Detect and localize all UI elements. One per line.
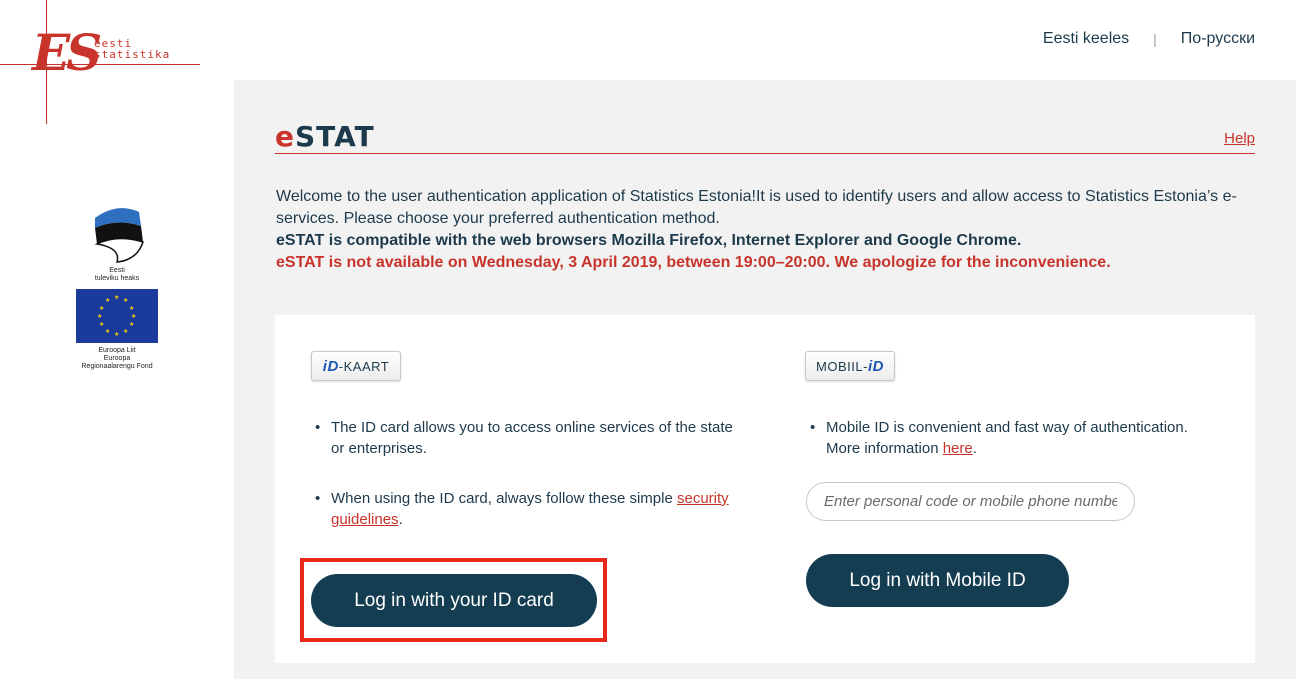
top-header: Eesti keeles | По-русски [234,0,1296,80]
eu-caption-1: Euroopa Liit [98,347,136,354]
list-item: When using the ID card, always follow th… [311,488,741,530]
mobile-bullet-suffix: . [972,440,977,457]
eu-caption-2: Euroopa [103,355,131,362]
flag-caption-1: Eesti [109,267,125,274]
flag-caption-2: tuleviku heaks [94,275,140,282]
bullet2-prefix: When using the ID card, always follow th… [331,490,677,507]
sponsor-logos: Eesti tuleviku heaks ★ ★ ★ ★ ★ ★ ★ ★ ★ ★… [70,204,164,371]
estat-logo-stat: STAT [295,120,375,153]
intro-text: Welcome to the user authentication appli… [276,186,1266,274]
id-badge-text: -KAART [338,358,390,374]
eu-caption-3: Regionaalarengu Fond [81,363,153,370]
login-mobile-id-button[interactable]: Log in with Mobile ID [806,554,1069,607]
login-id-card-button[interactable]: Log in with your ID card [311,574,597,627]
language-switcher: Eesti keeles | По-русски [1043,30,1255,48]
estonian-flag-icon [94,208,144,263]
id-badge-logo: iD [322,357,339,375]
sidebar: ES eesti statistika Eesti tuleviku heaks… [0,0,234,679]
mobile-id-info-list: Mobile ID is convenient and fast way of … [806,417,1226,459]
statistics-estonia-logo[interactable]: ES eesti statistika [0,0,200,130]
logo-wordmark-line2: statistika [94,48,171,61]
help-link[interactable]: Help [1224,130,1255,147]
bullet2-suffix: . [398,511,403,528]
mobile-badge-logo: iD [867,357,884,375]
list-item: Mobile ID is convenient and fast way of … [806,417,1226,459]
logo-wordmark: eesti statistika [94,38,170,60]
estat-logo: eSTAT [275,120,375,153]
estat-logo-e: e [275,120,295,153]
personal-code-or-phone-input[interactable] [806,482,1135,521]
list-item: The ID card allows you to access online … [311,417,741,459]
mobile-bullet-prefix: Mobile ID is convenient and fast way of … [826,419,1188,457]
mobile-badge-text: MOBIIL- [816,358,868,374]
estat-title-row: eSTAT Help [275,118,1255,154]
lang-estonian-link[interactable]: Eesti keeles [1043,30,1129,48]
welcome-text: Welcome to the user authentication appli… [276,188,1237,227]
lang-russian-link[interactable]: По-русски [1181,30,1255,48]
logo-mark: ES [32,23,102,82]
logo-crosshair-horizontal [0,64,200,65]
browser-compat-text: eSTAT is compatible with the web browser… [276,232,1022,249]
maintenance-notice: eSTAT is not available on Wednesday, 3 A… [276,254,1111,271]
eu-flag-icon: ★ ★ ★ ★ ★ ★ ★ ★ ★ ★ ★ ★ [76,289,158,343]
auth-card: iD-KAART MOBIIL-iD The ID card allows yo… [275,315,1255,663]
more-info-here-link[interactable]: here [943,440,973,457]
mobiil-id-badge: MOBIIL-iD [805,351,895,381]
lang-separator: | [1153,31,1157,47]
id-kaart-badge: iD -KAART [311,351,401,381]
id-card-info-list: The ID card allows you to access online … [311,417,741,530]
